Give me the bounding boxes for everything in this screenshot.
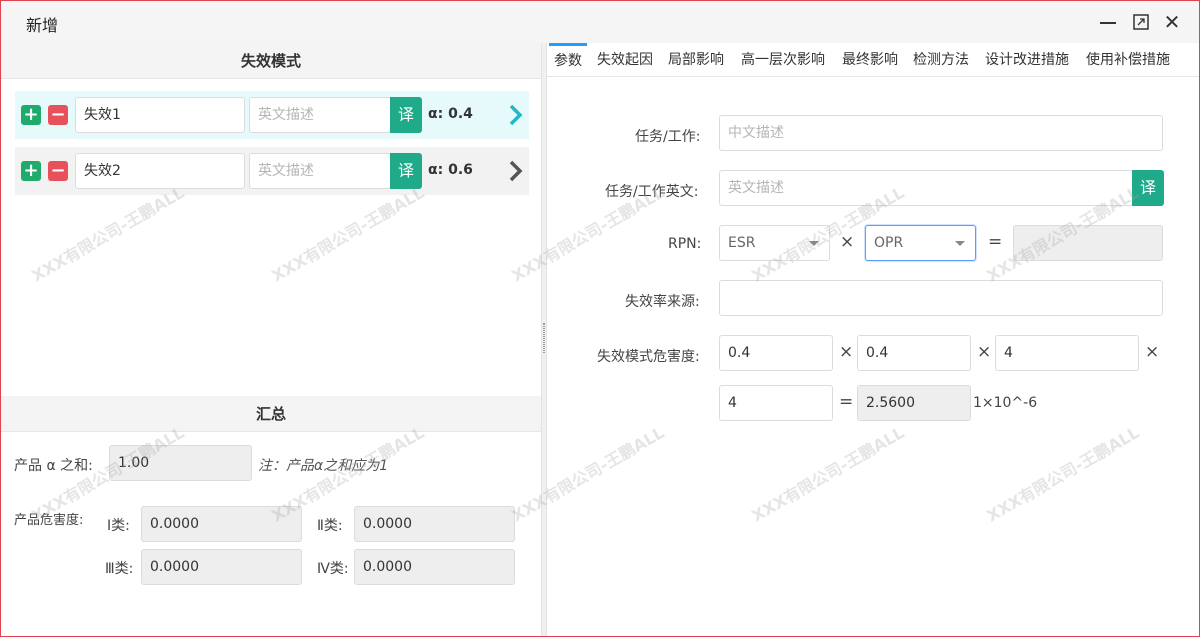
opr-select[interactable]: OPR	[865, 225, 976, 261]
class4-field: 0.0000	[354, 549, 515, 585]
failure-modes-header: 失效模式	[1, 43, 541, 79]
tab-design-improve[interactable]: 设计改进措施	[980, 43, 1074, 77]
criticality-label: 产品危害度:	[14, 513, 84, 528]
translate-button[interactable]: 译	[390, 97, 422, 133]
task-en-input[interactable]: 英文描述	[719, 170, 1133, 206]
class1-field: 0.0000	[141, 506, 302, 542]
chevron-right-icon[interactable]	[509, 104, 523, 126]
class4-label: Ⅳ类:	[317, 561, 349, 577]
equals-sign: =	[839, 392, 854, 412]
crit-input-1[interactable]: 0.4	[719, 335, 833, 371]
right-panel: 参数 失效起因 局部影响 高一层次影响 最终影响 检测方法 设计改进措施 使用补…	[547, 43, 1199, 636]
tab-bar: 参数 失效起因 局部影响 高一层次影响 最终影响 检测方法 设计改进措施 使用补…	[547, 43, 1199, 77]
task-input[interactable]: 中文描述	[719, 115, 1163, 151]
alpha-value: α: 0.6	[428, 162, 473, 178]
crit-input-3[interactable]: 4	[995, 335, 1139, 371]
tab-compensation[interactable]: 使用补偿措施	[1081, 43, 1175, 77]
tab-local-effect[interactable]: 局部影响	[663, 43, 729, 77]
class3-label: Ⅲ类:	[105, 561, 134, 577]
summary-header: 汇总	[1, 396, 541, 432]
rpn-label: RPN:	[668, 236, 702, 252]
maximize-icon[interactable]	[1130, 11, 1152, 33]
times-sign: ×	[839, 342, 854, 362]
failure-name-input[interactable]: 失效2	[75, 153, 245, 189]
chevron-right-icon[interactable]	[509, 160, 523, 182]
tab-final-effect[interactable]: 最终影响	[837, 43, 903, 77]
esr-select[interactable]: ESR	[719, 225, 830, 261]
class1-label: Ⅰ类:	[107, 518, 130, 534]
failure-name-input[interactable]: 失效1	[75, 97, 245, 133]
alpha-sum-field: 1.00	[109, 445, 252, 481]
delete-icon[interactable]: −	[48, 105, 68, 125]
dropdown-caret-icon	[955, 241, 965, 246]
failure-mode-row[interactable]: + − 失效2 英文描述 译 α: 0.6	[15, 147, 529, 195]
tab-detection[interactable]: 检测方法	[908, 43, 974, 77]
rate-source-label: 失效率来源:	[625, 294, 700, 310]
task-label: 任务/工作:	[635, 129, 701, 145]
times-sign: ×	[840, 232, 855, 252]
dropdown-caret-icon	[809, 241, 819, 246]
equals-sign: =	[988, 232, 1003, 252]
left-panel: 失效模式 + − 失效1 英文描述 译 α: 0.4 + − 失效2 英文描述 …	[1, 43, 541, 636]
crit-result-field: 2.5600	[857, 385, 971, 421]
class3-field: 0.0000	[141, 549, 302, 585]
esr-value: ESR	[728, 235, 756, 251]
failure-mode-row[interactable]: + − 失效1 英文描述 译 α: 0.4	[15, 91, 529, 139]
task-en-label: 任务/工作英文:	[605, 184, 699, 200]
failure-en-input[interactable]: 英文描述	[249, 153, 391, 189]
opr-value: OPR	[874, 235, 904, 251]
alpha-sum-note: 注：产品α之和应为1	[258, 458, 389, 474]
rate-source-input[interactable]	[719, 280, 1163, 316]
crit-input-2[interactable]: 0.4	[857, 335, 971, 371]
crit-label: 失效模式危害度:	[597, 349, 700, 365]
add-icon[interactable]: +	[21, 161, 41, 181]
tab-params[interactable]: 参数	[549, 43, 587, 77]
alpha-value: α: 0.4	[428, 106, 473, 122]
translate-button[interactable]: 译	[1132, 170, 1164, 206]
tab-higher-effect[interactable]: 高一层次影响	[736, 43, 830, 77]
class2-field: 0.0000	[354, 506, 515, 542]
times-sign: ×	[1145, 342, 1160, 362]
crit-unit: 1×10^-6	[973, 395, 1038, 411]
title-bar: 新增 ✕	[1, 1, 1199, 43]
alpha-sum-label: 产品 α 之和:	[14, 458, 93, 474]
minimize-icon[interactable]	[1097, 11, 1119, 33]
dialog-window: 新增 ✕ 失效模式 + − 失效1 英文描述 译 α: 0.4 + − 失效2 …	[0, 0, 1200, 637]
dialog-title: 新增	[26, 16, 59, 35]
delete-icon[interactable]: −	[48, 161, 68, 181]
close-icon[interactable]: ✕	[1161, 11, 1183, 33]
splitter-grip[interactable]	[543, 323, 545, 353]
add-icon[interactable]: +	[21, 105, 41, 125]
crit-input-4[interactable]: 4	[719, 385, 833, 421]
tab-cause[interactable]: 失效起因	[592, 43, 658, 77]
class2-label: Ⅱ类:	[317, 518, 343, 534]
rpn-result-field	[1013, 225, 1163, 261]
times-sign: ×	[977, 342, 992, 362]
failure-en-input[interactable]: 英文描述	[249, 97, 391, 133]
translate-button[interactable]: 译	[390, 153, 422, 189]
